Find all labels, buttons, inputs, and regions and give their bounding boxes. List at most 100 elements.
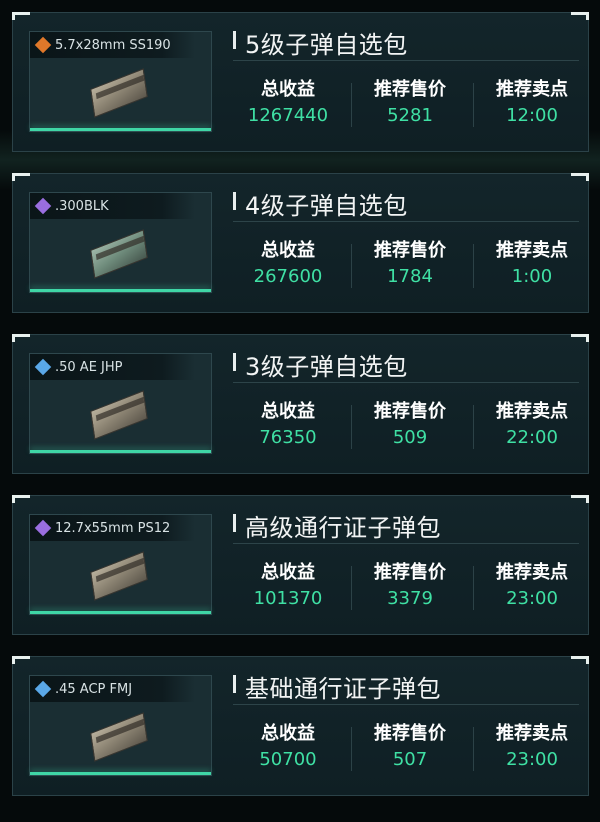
card-title-row: 4级子弹自选包 (233, 188, 579, 222)
stat-value: 1:00 (511, 266, 553, 287)
divider (351, 244, 352, 288)
card-title-row: 高级通行证子弹包 (233, 510, 579, 544)
stat-value: 5281 (387, 105, 433, 126)
stat-time: 推荐卖点 22:00 (477, 397, 587, 448)
title-bar-icon (233, 675, 236, 693)
stat-value: 267600 (253, 266, 323, 287)
stat-label: 推荐售价 (374, 562, 446, 583)
item-slot-underline (30, 289, 211, 292)
item-name: 5.7x28mm SS190 (55, 37, 171, 53)
stat-label: 推荐售价 (374, 723, 446, 744)
ammo-pack-card[interactable]: .50 AE JHP 3级子弹自选包 总收益 76350 推荐售价 509 推荐… (12, 334, 589, 474)
ammo-pack-card[interactable]: .45 ACP FMJ 基础通行证子弹包 总收益 50700 推荐售价 507 … (12, 656, 589, 796)
stat-revenue: 总收益 267600 (233, 236, 343, 287)
blue-diamond-icon (34, 680, 52, 698)
stat-revenue: 总收益 50700 (233, 719, 343, 770)
stat-price: 推荐售价 3379 (355, 558, 465, 609)
stat-label: 总收益 (261, 723, 315, 744)
purple-diamond-icon (34, 519, 52, 537)
item-slot-underline (30, 450, 211, 453)
item-slot[interactable]: .45 ACP FMJ (29, 675, 212, 776)
card-title: 基础通行证子弹包 (245, 675, 441, 703)
blue-diamond-icon (34, 358, 52, 376)
gold-diamond-icon (34, 36, 52, 54)
stat-label: 总收益 (261, 401, 315, 422)
card-title: 5级子弹自选包 (245, 31, 408, 59)
item-header: 12.7x55mm PS12 (30, 515, 195, 541)
item-name: .50 AE JHP (55, 359, 123, 375)
divider (473, 566, 474, 610)
stat-time: 推荐卖点 23:00 (477, 719, 587, 770)
divider (473, 405, 474, 449)
corner-bracket (12, 334, 30, 342)
stats-row: 总收益 50700 推荐售价 507 推荐卖点 23:00 (233, 719, 579, 783)
stat-label: 总收益 (261, 562, 315, 583)
stat-revenue: 总收益 1267440 (233, 75, 343, 126)
stat-label: 总收益 (261, 79, 315, 100)
stat-price: 推荐售价 5281 (355, 75, 465, 126)
stat-time: 推荐卖点 12:00 (477, 75, 587, 126)
stat-label: 推荐售价 (374, 240, 446, 261)
stat-price: 推荐售价 1784 (355, 236, 465, 287)
corner-bracket (12, 495, 30, 503)
stats-row: 总收益 76350 推荐售价 509 推荐卖点 22:00 (233, 397, 579, 461)
stat-time: 推荐卖点 1:00 (477, 236, 587, 287)
stat-label: 推荐售价 (374, 401, 446, 422)
item-header: .45 ACP FMJ (30, 676, 195, 702)
divider (473, 83, 474, 127)
card-title: 3级子弹自选包 (245, 353, 408, 381)
title-bar-icon (233, 31, 236, 49)
ammo-box-icon (88, 551, 152, 601)
item-header: .50 AE JHP (30, 354, 195, 380)
stat-value: 23:00 (506, 749, 558, 770)
item-header: .300BLK (30, 193, 195, 219)
ammo-box-icon (88, 390, 152, 440)
ammo-pack-card[interactable]: 5.7x28mm SS190 5级子弹自选包 总收益 1267440 推荐售价 … (12, 12, 589, 152)
stat-revenue: 总收益 101370 (233, 558, 343, 609)
stat-value: 50700 (259, 749, 317, 770)
stat-value: 3379 (387, 588, 433, 609)
stat-value: 507 (392, 749, 428, 770)
stat-price: 推荐售价 507 (355, 719, 465, 770)
ammo-pack-card[interactable]: 12.7x55mm PS12 高级通行证子弹包 总收益 101370 推荐售价 … (12, 495, 589, 635)
corner-bracket (12, 173, 30, 181)
stat-label: 总收益 (261, 240, 315, 261)
stat-value: 101370 (253, 588, 323, 609)
corner-bracket (12, 656, 30, 664)
divider (473, 727, 474, 771)
corner-bracket (12, 12, 30, 20)
item-slot[interactable]: 5.7x28mm SS190 (29, 31, 212, 132)
title-bar-icon (233, 192, 236, 210)
corner-bracket (571, 12, 589, 20)
stat-time: 推荐卖点 23:00 (477, 558, 587, 609)
divider (351, 405, 352, 449)
card-title-row: 基础通行证子弹包 (233, 671, 579, 705)
stat-value: 1267440 (247, 105, 329, 126)
card-title: 4级子弹自选包 (245, 192, 408, 220)
divider (351, 727, 352, 771)
divider (351, 83, 352, 127)
corner-bracket (571, 656, 589, 664)
corner-bracket (571, 495, 589, 503)
card-title: 高级通行证子弹包 (245, 514, 441, 542)
stat-label: 推荐售价 (374, 79, 446, 100)
item-name: .45 ACP FMJ (55, 681, 133, 697)
title-bar-icon (233, 353, 236, 371)
ammo-pack-card[interactable]: .300BLK 4级子弹自选包 总收益 267600 推荐售价 1784 推荐卖… (12, 173, 589, 313)
divider (473, 244, 474, 288)
stat-revenue: 总收益 76350 (233, 397, 343, 448)
item-slot[interactable]: .300BLK (29, 192, 212, 293)
title-bar-icon (233, 514, 236, 532)
stats-row: 总收益 101370 推荐售价 3379 推荐卖点 23:00 (233, 558, 579, 622)
item-name: 12.7x55mm PS12 (55, 520, 171, 536)
stat-value: 509 (392, 427, 428, 448)
stats-row: 总收益 1267440 推荐售价 5281 推荐卖点 12:00 (233, 75, 579, 139)
item-slot[interactable]: 12.7x55mm PS12 (29, 514, 212, 615)
stat-value: 76350 (259, 427, 317, 448)
stat-value: 12:00 (506, 105, 558, 126)
item-slot-underline (30, 611, 211, 614)
item-slot-underline (30, 128, 211, 131)
item-slot[interactable]: .50 AE JHP (29, 353, 212, 454)
divider (351, 566, 352, 610)
stat-value: 1784 (387, 266, 433, 287)
